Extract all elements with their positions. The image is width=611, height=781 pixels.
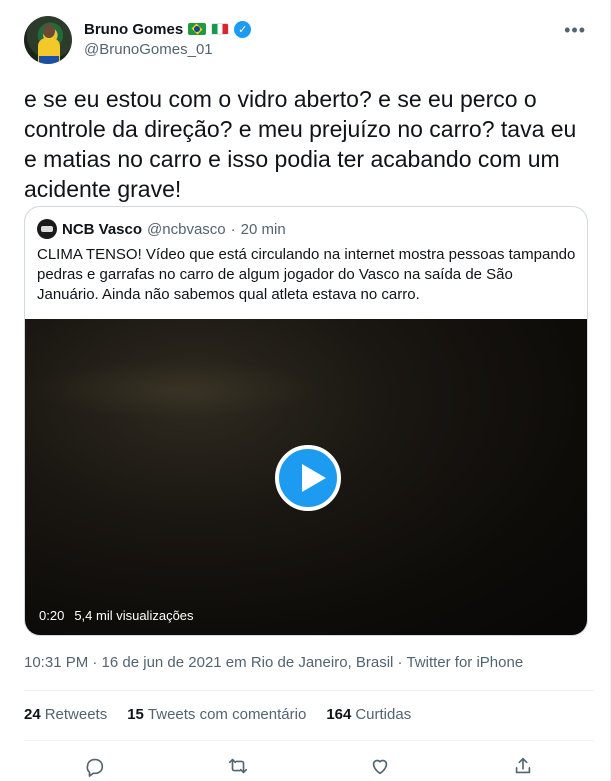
quoted-separator: · xyxy=(230,220,236,238)
likes-label: Curtidas xyxy=(355,706,412,723)
heart-icon xyxy=(373,759,388,775)
tweet-timestamp[interactable]: 10:31 PM · 16 de jun de 2021 em Rio de J… xyxy=(24,654,523,671)
tweet-header: Bruno Gomes ✓ @BrunoGomes_01 ••• xyxy=(24,16,594,68)
play-button-icon[interactable] xyxy=(275,445,341,511)
divider xyxy=(24,690,594,691)
display-name-row: Bruno Gomes ✓ xyxy=(84,18,252,40)
quoted-tweet-text: CLIMA TENSO! Vídeo que está circulando n… xyxy=(37,246,576,303)
likes-count: 164 xyxy=(326,706,352,723)
quotes-stat[interactable]: 15 Tweets com comentário xyxy=(127,706,306,723)
more-options-icon[interactable]: ••• xyxy=(564,20,586,41)
italy-flag-icon xyxy=(211,23,230,35)
quoted-author-name: NCB Vasco xyxy=(62,220,143,238)
reply-icon xyxy=(86,758,104,777)
retweets-label: Retweets xyxy=(44,706,108,723)
divider xyxy=(24,740,594,741)
author-display-name[interactable]: Bruno Gomes xyxy=(84,21,183,38)
quoted-time: 20 min xyxy=(240,220,286,238)
video-views: 5,4 mil visualizações xyxy=(74,608,194,623)
tweet-actions xyxy=(24,752,594,780)
share-icon xyxy=(515,757,530,774)
author-names: Bruno Gomes ✓ @BrunoGomes_01 xyxy=(84,18,252,58)
quoted-author-avatar xyxy=(37,219,57,239)
like-button[interactable] xyxy=(360,752,400,780)
reply-button[interactable] xyxy=(75,752,115,780)
tweet-stats: 24 Retweets 15 Tweets com comentário 164… xyxy=(24,706,411,723)
retweets-count: 24 xyxy=(24,706,41,723)
author-handle[interactable]: @BrunoGomes_01 xyxy=(84,41,251,58)
quoted-author-handle: @ncbvasco xyxy=(147,220,226,238)
tweet-text: e se eu estou com o vidro aberto? e se e… xyxy=(24,86,577,202)
retweet-button[interactable] xyxy=(218,752,258,780)
verified-badge-icon: ✓ xyxy=(234,20,252,38)
quotes-label: Tweets com comentário xyxy=(147,706,307,723)
likes-stat[interactable]: 164 Curtidas xyxy=(326,706,411,723)
quoted-tweet[interactable]: NCB Vasco @ncbvasco · 20 min CLIMA TENSO… xyxy=(24,206,588,636)
retweets-stat[interactable]: 24 Retweets xyxy=(24,706,107,723)
video-info: 0:20 5,4 mil visualizações xyxy=(39,608,194,623)
author-avatar[interactable] xyxy=(24,16,72,64)
tweet-card: Bruno Gomes ✓ @BrunoGomes_01 ••• e se eu… xyxy=(0,0,611,781)
quotes-count: 15 xyxy=(127,706,144,723)
video-player[interactable]: 0:20 5,4 mil visualizações xyxy=(25,319,587,635)
retweet-icon xyxy=(228,758,247,774)
brazil-flag-icon xyxy=(188,23,207,35)
video-duration: 0:20 xyxy=(39,608,65,623)
share-button[interactable] xyxy=(503,752,543,780)
quoted-tweet-header: NCB Vasco @ncbvasco · 20 min xyxy=(37,219,286,239)
